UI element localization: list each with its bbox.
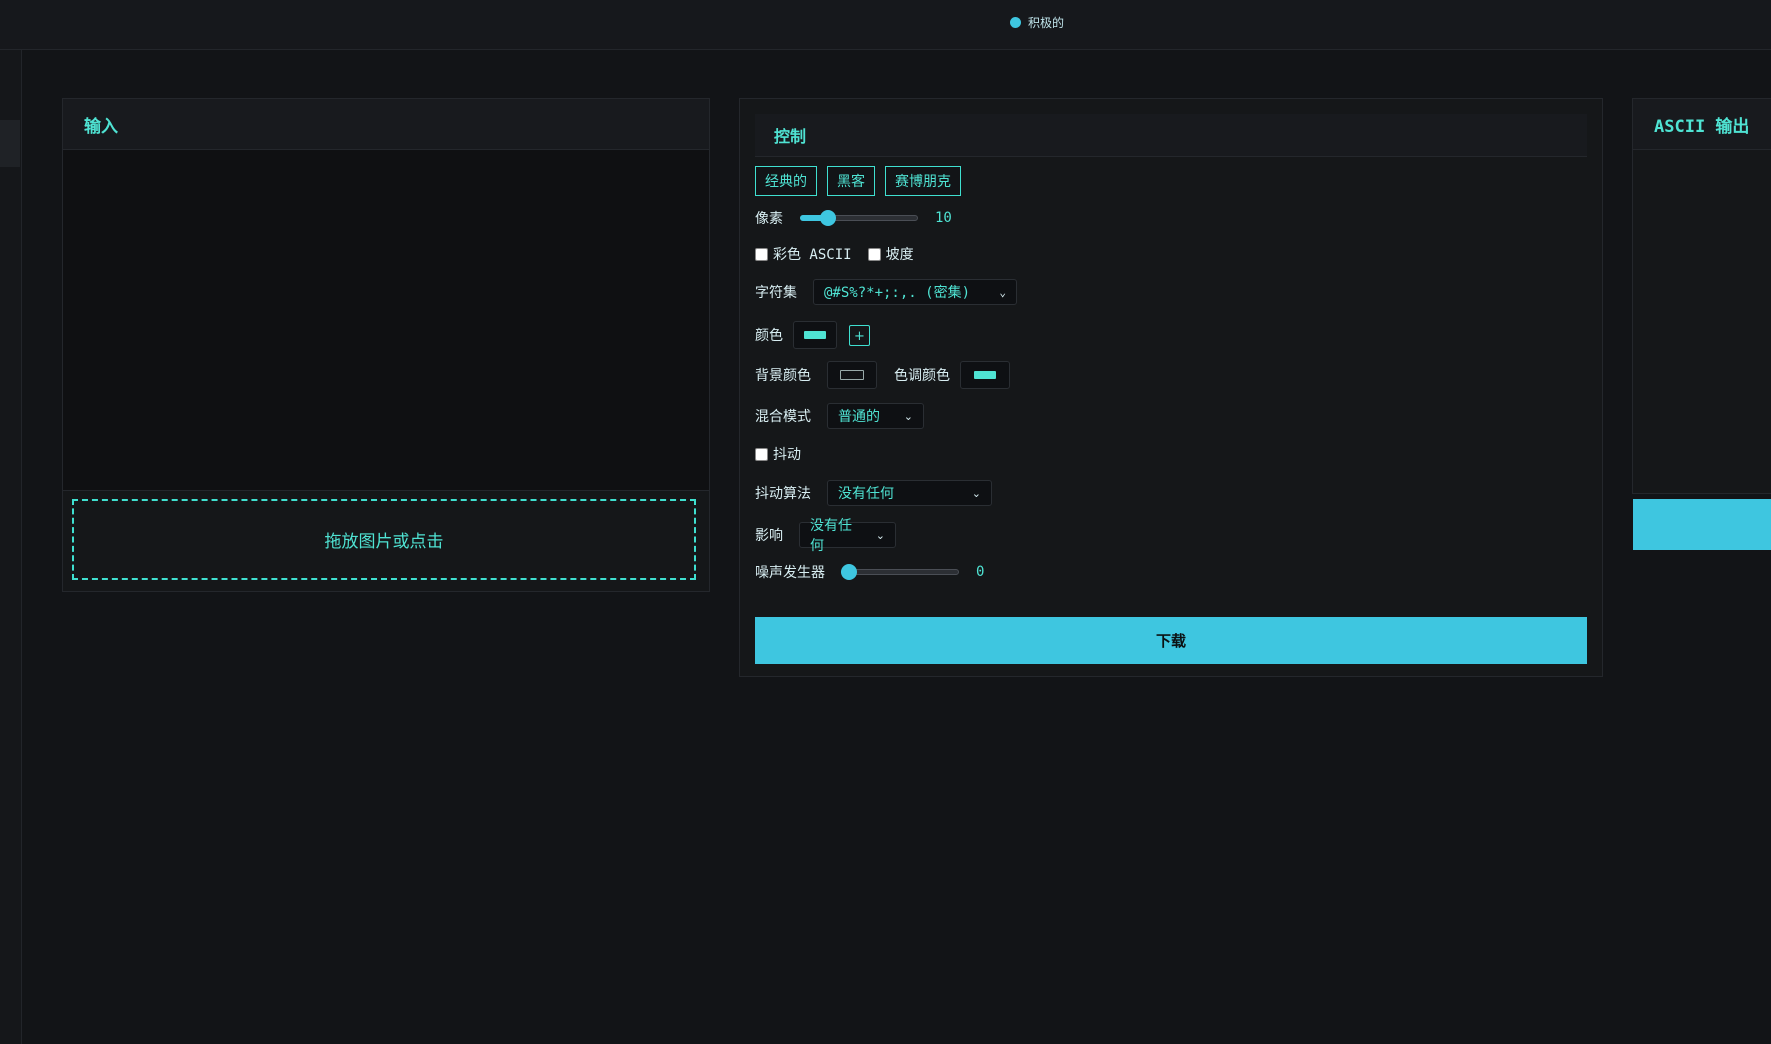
- noise-row: 噪声发生器 0: [755, 562, 984, 582]
- preset-hacker-button[interactable]: 黑客: [827, 166, 875, 196]
- dither-algo-row: 抖动算法 没有任何 ⌄: [755, 480, 992, 506]
- color-swatch-button[interactable]: [793, 321, 837, 349]
- color-label: 颜色: [755, 328, 783, 344]
- status-indicator: 积极的: [1010, 13, 1064, 31]
- effect-value: 没有任何: [810, 518, 852, 554]
- left-sidebar: [0, 50, 22, 1044]
- noise-slider-track: [841, 569, 959, 575]
- pixel-slider[interactable]: [800, 210, 918, 226]
- color-swatch: [804, 331, 826, 339]
- charset-row: 字符集 @#S%?*+;:,. (密集) ⌄: [755, 279, 1017, 305]
- noise-slider[interactable]: [841, 564, 959, 580]
- status-dot-icon: [1010, 16, 1021, 28]
- add-color-button[interactable]: +: [849, 324, 870, 346]
- noise-slider-knob[interactable]: [841, 564, 857, 580]
- download-button[interactable]: 下载: [755, 617, 1587, 664]
- preset-cyberpunk-button[interactable]: 赛博朋克: [885, 166, 961, 196]
- gradient-checkbox[interactable]: [867, 247, 881, 261]
- preset-classic-button[interactable]: 经典的: [755, 166, 817, 196]
- output-panel-title: ASCII 输出: [1633, 99, 1771, 150]
- charset-label: 字符集: [755, 285, 797, 301]
- top-bar: 积极的: [0, 0, 1771, 50]
- pixel-value: 10: [935, 210, 952, 226]
- control-panel-title: 控制: [755, 114, 1587, 157]
- noise-value: 0: [976, 564, 985, 580]
- bg-color-label: 背景颜色: [755, 368, 811, 384]
- color-ascii-checkbox[interactable]: [755, 247, 768, 261]
- chevron-down-icon: ⌄: [903, 409, 913, 423]
- chevron-down-icon: ⌄: [875, 528, 885, 542]
- preset-group: 经典的 黑客 赛博朋克: [755, 166, 961, 196]
- chevron-down-icon: ⌄: [999, 285, 1006, 299]
- input-panel-title: 输入: [63, 99, 709, 150]
- input-panel: 输入 拖放图片或点击: [62, 98, 710, 592]
- tint-color-label: 色调颜色: [894, 368, 950, 384]
- pixel-row: 像素 10: [755, 208, 952, 228]
- control-panel: 控制 经典的 黑客 赛博朋克 像素 10 彩色 ASCII 坡度 字符集 @#S…: [739, 98, 1603, 677]
- charset-select[interactable]: @#S%?*+;:,. (密集) ⌄: [813, 279, 1017, 305]
- effect-select[interactable]: 没有任何 ⌄: [799, 518, 896, 554]
- tint-color-swatch-button[interactable]: [960, 361, 1010, 389]
- color-ascii-label: 彩色 ASCII: [773, 247, 852, 263]
- pixel-slider-knob[interactable]: [820, 210, 837, 226]
- dither-algo-label: 抖动算法: [755, 486, 811, 502]
- noise-label: 噪声发生器: [755, 565, 825, 581]
- color-row: 颜色 +: [755, 321, 870, 349]
- effect-label: 影响: [755, 528, 783, 544]
- image-dropzone[interactable]: 拖放图片或点击: [72, 499, 696, 580]
- dither-checkbox[interactable]: [755, 447, 768, 461]
- gradient-label: 坡度: [885, 247, 914, 263]
- chevron-down-icon: ⌄: [971, 486, 981, 500]
- charset-value: @#S%?*+;:,. (密集): [824, 285, 971, 301]
- effect-row: 影响 没有任何 ⌄: [755, 518, 896, 554]
- output-action-button[interactable]: [1633, 499, 1771, 550]
- blend-mode-select[interactable]: 普通的 ⌄: [827, 403, 924, 429]
- dither-row: 抖动: [755, 444, 801, 464]
- bg-tint-row: 背景颜色 色调颜色: [755, 361, 1010, 389]
- blend-row: 混合模式 普通的 ⌄: [755, 403, 924, 429]
- dither-algo-value: 没有任何: [838, 486, 894, 502]
- dither-algo-select[interactable]: 没有任何 ⌄: [827, 480, 992, 506]
- status-label: 积极的: [1028, 15, 1065, 30]
- blend-mode-value: 普通的: [838, 409, 880, 425]
- output-panel: ASCII 输出: [1632, 98, 1771, 494]
- toggle-row: 彩色 ASCII 坡度: [755, 244, 914, 264]
- bg-color-swatch-button[interactable]: [827, 361, 877, 389]
- blend-mode-label: 混合模式: [755, 409, 811, 425]
- tint-color-swatch: [974, 371, 996, 379]
- pixel-label: 像素: [755, 211, 783, 227]
- bg-color-swatch: [840, 370, 864, 380]
- sidebar-tab[interactable]: [0, 120, 20, 167]
- dither-label: 抖动: [773, 447, 801, 463]
- input-preview: [63, 150, 709, 491]
